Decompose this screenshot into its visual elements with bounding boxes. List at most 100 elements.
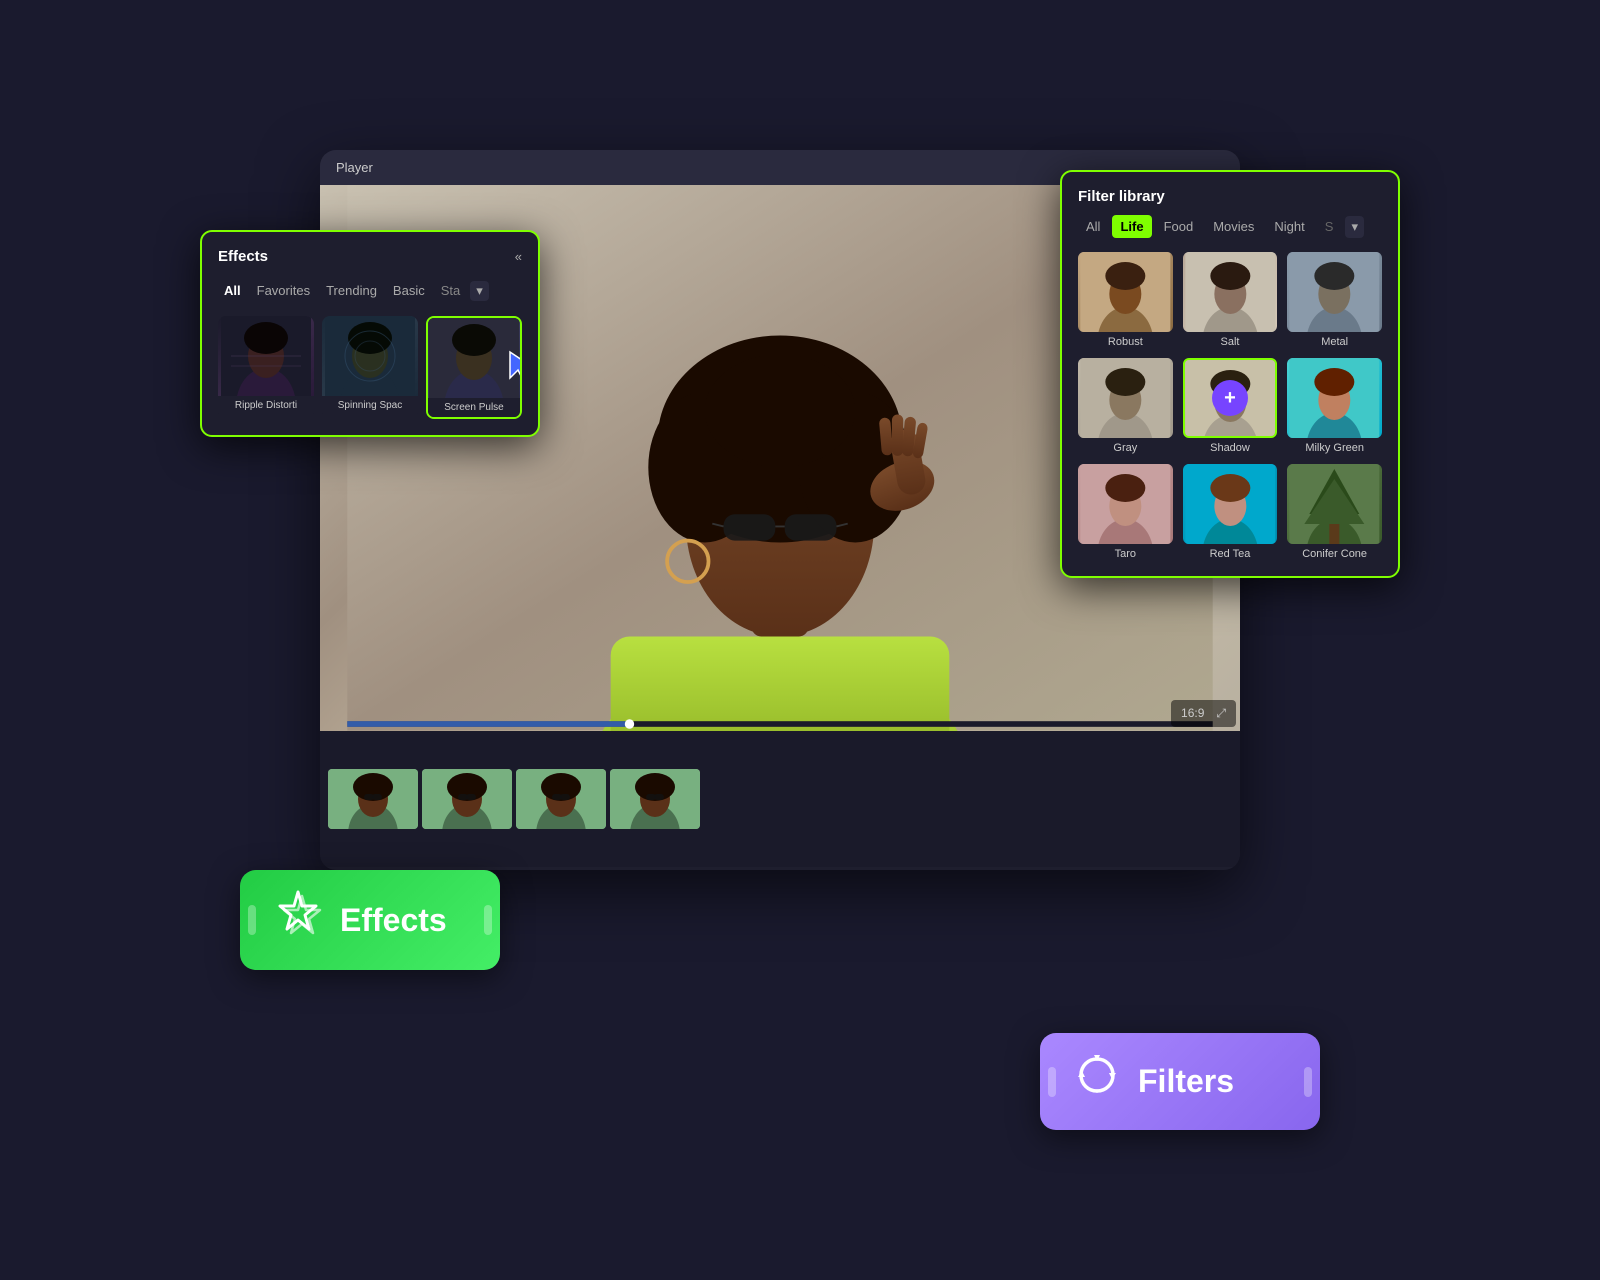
effects-header: Effects « [218, 248, 522, 265]
filter-preview-taro [1078, 464, 1173, 544]
aspect-ratio-display[interactable]: 16:9 [1181, 706, 1204, 720]
filter-label-milkygreen: Milky Green [1287, 442, 1382, 454]
filter-label-salt: Salt [1183, 336, 1278, 348]
filter-label-gray: Gray [1078, 442, 1173, 454]
filter-label-metal: Metal [1287, 336, 1382, 348]
filter-item-shadow[interactable]: + Shadow [1183, 358, 1278, 454]
filter-header: Filter library All Life Food Movies Nigh… [1078, 188, 1382, 238]
filter-label-conifer: Conifer Cone [1287, 548, 1382, 560]
timeline-thumb-svg-2 [422, 769, 512, 829]
effect-label-spinning: Spinning Spac [322, 396, 418, 415]
filter-preview-redtea [1183, 464, 1278, 544]
timeline-thumb-svg-4 [610, 769, 700, 829]
filter-thumb-metal [1287, 252, 1382, 332]
filter-grid: Robust Salt [1078, 252, 1382, 560]
filter-tab-night[interactable]: Night [1266, 215, 1312, 238]
badge-notch-right [484, 905, 492, 935]
filter-item-metal[interactable]: Metal [1287, 252, 1382, 348]
filter-tab-life[interactable]: Life [1112, 215, 1151, 238]
effects-tab-dropdown[interactable]: ▾ [470, 281, 489, 301]
effect-item-ripple[interactable]: Ripple Distorti [218, 316, 314, 419]
filter-item-salt[interactable]: Salt [1183, 252, 1278, 348]
filters-badge-notch-right [1304, 1067, 1312, 1097]
filter-preview-milkygreen [1287, 358, 1382, 438]
player-controls-bar: 16:9 ⤢ [1171, 700, 1236, 727]
cursor-svg [506, 348, 522, 384]
filter-thumb-shadow: + [1183, 358, 1278, 438]
effects-grid: Ripple Distorti Spinning Spac [218, 316, 522, 419]
filter-preview-metal [1287, 252, 1382, 332]
player-title: Player [336, 160, 373, 175]
filter-panel-title: Filter library [1078, 188, 1382, 205]
filter-preview-conifer [1287, 464, 1382, 544]
filter-item-taro[interactable]: Taro [1078, 464, 1173, 560]
timeline-thumb [610, 769, 700, 829]
player-timeline [320, 731, 1240, 867]
effects-tab-all[interactable]: All [218, 279, 247, 302]
effects-tab-sta[interactable]: Sta [435, 279, 467, 302]
timeline-thumb [516, 769, 606, 829]
effect-preview-spinning [322, 316, 418, 396]
filter-item-milkygreen[interactable]: Milky Green [1287, 358, 1382, 454]
filters-badge-text: Filters [1138, 1063, 1234, 1100]
filter-item-redtea[interactable]: Red Tea [1183, 464, 1278, 560]
timeline-thumb-inner [422, 769, 512, 829]
filter-thumb-taro [1078, 464, 1173, 544]
filter-label-taro: Taro [1078, 548, 1173, 560]
effects-tab-favorites[interactable]: Favorites [251, 279, 316, 302]
timeline-thumb-inner [610, 769, 700, 829]
filters-badge-icon [1072, 1051, 1122, 1112]
effects-badge[interactable]: Effects [240, 870, 500, 970]
filter-thumb-conifer [1287, 464, 1382, 544]
timeline-thumb [422, 769, 512, 829]
filter-thumb-robust [1078, 252, 1173, 332]
filter-thumb-redtea [1183, 464, 1278, 544]
timeline-thumb-svg [328, 769, 418, 829]
filter-tab-all[interactable]: All [1078, 215, 1108, 238]
filter-thumb-salt [1183, 252, 1278, 332]
effects-tab-basic[interactable]: Basic [387, 279, 431, 302]
filter-tab-dropdown[interactable]: ▾ [1345, 216, 1364, 238]
effects-panel-title: Effects [218, 248, 268, 265]
filter-preview-robust [1078, 252, 1173, 332]
collapse-button[interactable]: « [515, 249, 522, 264]
scene: Player [200, 90, 1400, 1190]
effect-label-screen: Screen Pulse [428, 398, 520, 417]
plus-badge[interactable]: + [1212, 380, 1248, 416]
filter-thumb-gray [1078, 358, 1173, 438]
filter-preview-salt [1183, 252, 1278, 332]
timeline-thumb-inner [328, 769, 418, 829]
filter-tabs: All Life Food Movies Night S ▾ [1078, 215, 1382, 238]
timeline-thumb-svg-3 [516, 769, 606, 829]
timeline-thumb-inner [516, 769, 606, 829]
effect-thumb-ripple [218, 316, 314, 396]
effects-tab-trending[interactable]: Trending [320, 279, 383, 302]
effect-item-spinning[interactable]: Spinning Spac [322, 316, 418, 419]
effect-thumb-spinning [322, 316, 418, 396]
filters-badge[interactable]: Filters [1040, 1033, 1320, 1130]
filter-preview-gray [1078, 358, 1173, 438]
filters-recycle-icon [1072, 1051, 1122, 1101]
filters-badge-notch-left [1048, 1067, 1056, 1097]
filter-tab-s[interactable]: S [1317, 215, 1342, 238]
filter-item-conifer[interactable]: Conifer Cone [1287, 464, 1382, 560]
effect-preview-ripple [218, 316, 314, 396]
effects-badge-text: Effects [340, 902, 447, 939]
filter-label-shadow: Shadow [1183, 442, 1278, 454]
filter-thumb-milkygreen [1287, 358, 1382, 438]
filter-tab-movies[interactable]: Movies [1205, 215, 1262, 238]
filter-label-redtea: Red Tea [1183, 548, 1278, 560]
effects-badge-icon [272, 888, 324, 952]
expand-icon[interactable]: ⤢ [1216, 706, 1226, 721]
badge-notch-left [248, 905, 256, 935]
effect-item-screen[interactable]: Screen Pulse [426, 316, 522, 419]
effect-label-ripple: Ripple Distorti [218, 396, 314, 415]
filter-item-robust[interactable]: Robust [1078, 252, 1173, 348]
effects-tabs: All Favorites Trending Basic Sta ▾ [218, 279, 522, 302]
effects-panel: Effects « All Favorites Trending Basic S… [200, 230, 540, 437]
cursor-arrow [506, 348, 522, 389]
filter-tab-food[interactable]: Food [1156, 215, 1202, 238]
filter-panel: Filter library All Life Food Movies Nigh… [1060, 170, 1400, 578]
effects-star-icon [272, 888, 324, 940]
filter-item-gray[interactable]: Gray [1078, 358, 1173, 454]
